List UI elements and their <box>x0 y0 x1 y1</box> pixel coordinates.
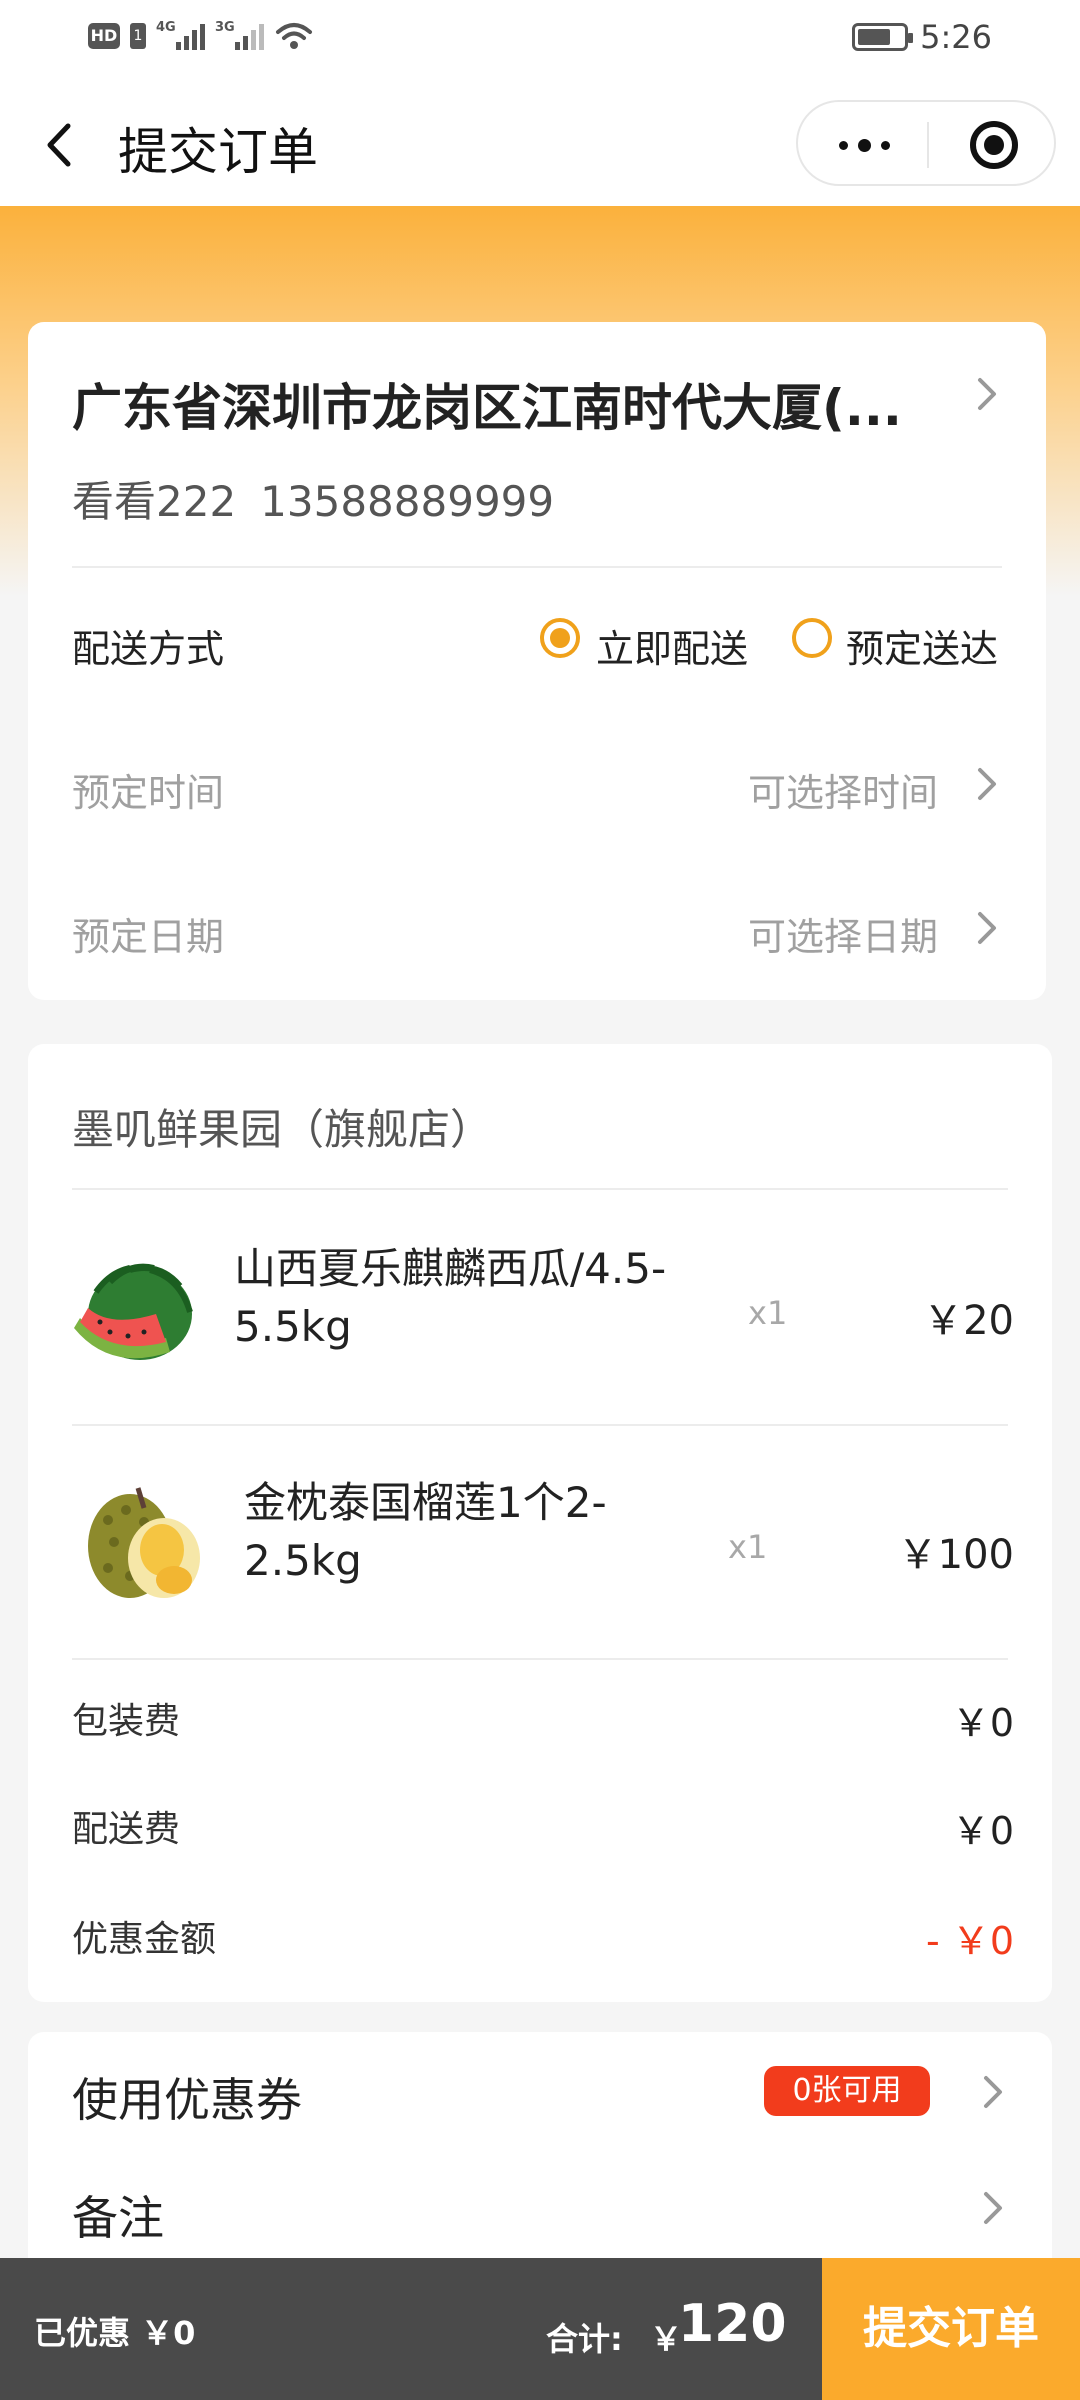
status-right-indicators: 5:26 <box>852 18 992 56</box>
product-name-line: 金枕泰国榴莲1个2- <box>244 1478 607 1527</box>
chevron-right-icon <box>978 912 996 944</box>
wifi-icon <box>276 23 312 49</box>
scheduled-time-label: 预定时间 <box>72 771 225 815</box>
product-qty: x1 <box>748 1294 788 1332</box>
store-name: 墨叽鲜果园（旗舰店） <box>72 1105 493 1154</box>
battery-icon <box>852 23 914 51</box>
close-icon[interactable] <box>970 121 1018 169</box>
product-name-line: 山西夏乐麒麟西瓜/4.5- <box>234 1244 667 1293</box>
chevron-right-icon <box>984 2076 1002 2108</box>
coupon-label: 使用优惠券 <box>72 2073 302 2127</box>
contact-phone: 13588889999 <box>260 477 555 526</box>
hd-badge: HD <box>88 23 120 49</box>
more-icon[interactable] <box>834 122 894 168</box>
divider <box>72 566 1002 568</box>
submit-order-page: HD 1 4G 3G 5:26 提交订单 广东省深圳市龙岗区江南时代大厦(...… <box>0 0 1080 2400</box>
radio-scheduled[interactable] <box>792 618 832 658</box>
delivery-method-label: 配送方式 <box>72 627 225 671</box>
network-type-label: 3G <box>215 20 235 35</box>
scheduled-date-label: 预定日期 <box>72 915 225 959</box>
contact-info: 看看222 13588889999 <box>72 468 578 529</box>
product-qty: x1 <box>728 1528 768 1566</box>
discount-value: - ￥0 <box>926 1919 1014 1963</box>
page-title: 提交订单 <box>118 123 318 181</box>
delivery-fee-label: 配送费 <box>72 1809 181 1850</box>
sim-badge: 1 <box>130 23 146 49</box>
checkout-bar: 已优惠 ￥0 合计: ￥ 120 提交订单 <box>0 2258 1080 2400</box>
product-price: ￥100 <box>897 1532 1014 1578</box>
saved-amount: 已优惠 ￥0 <box>34 2314 196 2352</box>
scheduled-date-value: 可选择日期 <box>747 915 938 959</box>
status-bar: HD 1 4G 3G 5:26 <box>0 0 1080 80</box>
back-icon[interactable] <box>40 120 80 170</box>
capsule-divider <box>927 122 929 168</box>
watermelon-image <box>74 1263 193 1360</box>
coupon-badge: 0张可用 <box>764 2066 930 2116</box>
signal-icon: 4G <box>156 20 205 50</box>
product-name-line: 2.5kg <box>244 1536 362 1585</box>
product-name: 山西夏乐麒麟西瓜/4.5- 5.5kg <box>234 1240 754 1356</box>
divider <box>72 1188 1008 1190</box>
status-left-indicators: HD 1 4G 3G <box>88 20 314 52</box>
scheduled-time-value: 可选择时间 <box>747 771 938 815</box>
product-name-line: 5.5kg <box>234 1302 352 1351</box>
total-amount: 120 <box>678 2294 787 2354</box>
address-card: 广东省深圳市龙岗区江南时代大厦(... 看看222 13588889999 配送方… <box>28 322 1046 1000</box>
packaging-fee-value: ￥0 <box>951 1701 1014 1745</box>
signal-icon: 3G <box>215 20 264 50</box>
delivery-fee-value: ￥0 <box>951 1809 1014 1853</box>
radio-immediate[interactable] <box>540 618 580 658</box>
chevron-right-icon <box>978 768 996 800</box>
chevron-right-icon <box>984 2192 1002 2224</box>
delivery-address: 广东省深圳市龙岗区江南时代大厦(... <box>72 379 902 437</box>
packaging-fee-label: 包装费 <box>72 1701 181 1742</box>
divider <box>72 1424 1008 1426</box>
total-label: 合计: <box>546 2320 623 2358</box>
product-price: ￥20 <box>923 1298 1014 1344</box>
divider <box>72 1658 1008 1660</box>
chevron-right-icon <box>978 378 996 410</box>
contact-name: 看看222 <box>72 477 237 526</box>
nav-bar: 提交订单 <box>0 80 1080 206</box>
product-name: 金枕泰国榴莲1个2- 2.5kg <box>244 1474 744 1590</box>
order-card: 墨叽鲜果园（旗舰店） 山西夏乐麒麟西瓜/4.5- 5.5kg x1 ￥20 金枕… <box>28 1044 1052 2002</box>
radio-immediate-label[interactable]: 立即配送 <box>596 618 748 673</box>
discount-label: 优惠金额 <box>72 1919 217 1960</box>
radio-scheduled-label[interactable]: 预定送达 <box>846 618 998 673</box>
clock: 5:26 <box>920 18 992 56</box>
submit-order-button[interactable]: 提交订单 <box>822 2258 1080 2400</box>
note-label: 备注 <box>72 2191 164 2245</box>
mini-program-capsule <box>796 100 1056 186</box>
network-type-label: 4G <box>156 20 176 35</box>
durian-image <box>88 1487 200 1598</box>
